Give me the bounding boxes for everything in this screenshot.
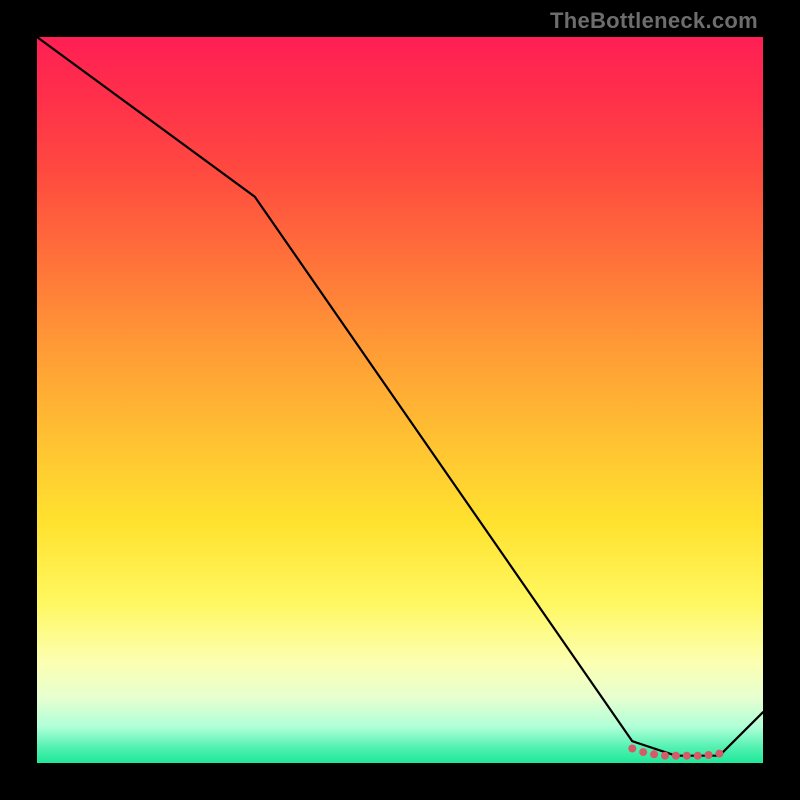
curve-marker: [628, 745, 636, 753]
chart-frame: TheBottleneck.com: [0, 0, 800, 800]
curve-marker: [705, 751, 713, 759]
watermark-text: TheBottleneck.com: [550, 8, 758, 34]
curve-marker: [683, 752, 691, 760]
line-chart-svg: [37, 37, 763, 763]
curve-marker: [694, 752, 702, 760]
plot-area: [37, 37, 763, 763]
curve-marker: [639, 748, 647, 756]
curve-marker: [650, 750, 658, 758]
curve-marker: [661, 752, 669, 760]
curve-marker: [672, 752, 680, 760]
curve-line: [37, 37, 763, 756]
curve-marker: [715, 750, 723, 758]
